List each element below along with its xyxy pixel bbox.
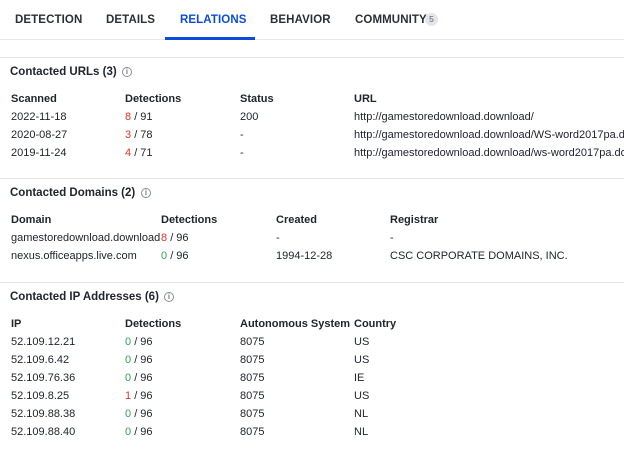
tab-relations[interactable]: RELATIONS [180, 0, 247, 40]
ip-as: 8075 [240, 390, 265, 402]
ip-country: US [354, 354, 370, 366]
section-divider [0, 178, 624, 179]
url-link[interactable]: http://gamestoredownload.download/ [354, 111, 534, 123]
detection-total: / 96 [134, 336, 153, 348]
url-detections: 3 / 78 [125, 129, 153, 141]
col-header-scanned[interactable]: Scanned [11, 93, 57, 105]
ip-link[interactable]: 52.109.6.42 [11, 354, 69, 366]
ip-detections: 0 / 96 [125, 336, 153, 348]
url-detections: 4 / 71 [125, 147, 153, 159]
detection-count: 0 [161, 250, 168, 262]
detection-total: / 96 [170, 250, 189, 262]
col-header-ip[interactable]: IP [11, 318, 21, 330]
detection-total: / 96 [170, 232, 189, 244]
detection-count: 3 [125, 129, 132, 141]
info-icon[interactable]: i [164, 292, 174, 302]
detection-total: / 78 [134, 129, 153, 141]
domain-link[interactable]: nexus.officeapps.live.com [11, 250, 137, 262]
ip-link[interactable]: 52.109.76.36 [11, 372, 75, 384]
ip-country: IE [354, 372, 365, 384]
col-header-detections[interactable]: Detections [125, 318, 181, 330]
active-tab-indicator [165, 37, 255, 40]
domain-created: - [276, 232, 280, 244]
col-header-url[interactable]: URL [354, 93, 377, 105]
detection-count: 0 [125, 336, 132, 348]
ip-as: 8075 [240, 336, 265, 348]
domain-link[interactable]: gamestoredownload.download [11, 232, 160, 244]
detection-total: / 96 [134, 390, 153, 402]
col-header-created[interactable]: Created [276, 214, 317, 226]
col-header-detections[interactable]: Detections [125, 93, 181, 105]
detection-count: 0 [125, 426, 132, 438]
ip-as: 8075 [240, 372, 265, 384]
url-scanned-date: 2020-08-27 [11, 129, 68, 141]
col-header-status[interactable]: Status [240, 93, 274, 105]
domain-detections: 8 / 96 [161, 232, 189, 244]
section-divider [0, 57, 624, 58]
ip-detections: 0 / 96 [125, 354, 153, 366]
ip-link[interactable]: 52.109.12.21 [11, 336, 75, 348]
community-count-badge: 5 [425, 13, 438, 26]
section-divider [0, 282, 624, 283]
domain-created: 1994-12-28 [276, 250, 333, 262]
col-header-country[interactable]: Country [354, 318, 396, 330]
url-detections: 8 / 91 [125, 111, 153, 123]
contacted-urls-title: Contacted URLs (3) [10, 66, 117, 78]
contacted-ips-title: Contacted IP Addresses (6) [10, 291, 159, 303]
url-link[interactable]: http://gamestoredownload.download/WS-wor… [354, 129, 624, 141]
detection-total: / 96 [134, 408, 153, 420]
tab-community[interactable]: COMMUNITY [355, 0, 427, 40]
ip-detections: 0 / 96 [125, 426, 153, 438]
ip-link[interactable]: 52.109.8.25 [11, 390, 69, 402]
col-header-registrar[interactable]: Registrar [390, 214, 438, 226]
ip-link[interactable]: 52.109.88.40 [11, 426, 75, 438]
detection-count: 4 [125, 147, 132, 159]
ip-link[interactable]: 52.109.88.38 [11, 408, 75, 420]
detection-count: 1 [125, 390, 132, 402]
detection-count: 8 [161, 232, 168, 244]
detection-count: 0 [125, 372, 132, 384]
url-status: - [240, 147, 244, 159]
tab-behavior[interactable]: BEHAVIOR [270, 0, 331, 40]
ip-detections: 0 / 96 [125, 372, 153, 384]
info-icon[interactable]: i [141, 188, 151, 198]
ip-detections: 0 / 96 [125, 408, 153, 420]
ip-country: NL [354, 426, 369, 438]
detection-total: / 71 [134, 147, 153, 159]
url-scanned-date: 2019-11-24 [11, 147, 67, 159]
info-icon[interactable]: i [122, 67, 132, 77]
tab-bar: DETECTION DETAILS RELATIONS BEHAVIOR COM… [0, 0, 624, 40]
tab-detection[interactable]: DETECTION [15, 0, 82, 40]
detection-count: 0 [125, 408, 132, 420]
ip-as: 8075 [240, 426, 265, 438]
col-header-detections[interactable]: Detections [161, 214, 217, 226]
detection-total: / 91 [134, 111, 153, 123]
detection-total: / 96 [134, 354, 153, 366]
contacted-domains-title: Contacted Domains (2) [10, 187, 136, 199]
url-scanned-date: 2022-11-18 [11, 111, 67, 123]
detection-total: / 96 [134, 372, 153, 384]
domain-registrar: - [390, 232, 394, 244]
ip-as: 8075 [240, 354, 265, 366]
col-header-autonomous-system[interactable]: Autonomous System [240, 318, 350, 330]
url-link[interactable]: http://gamestoredownload.download/ws-wor… [354, 147, 624, 159]
detection-count: 0 [125, 354, 132, 366]
col-header-domain[interactable]: Domain [11, 214, 51, 226]
url-status: 200 [240, 111, 259, 123]
detection-total: / 96 [134, 426, 153, 438]
url-status: - [240, 129, 244, 141]
ip-as: 8075 [240, 408, 265, 420]
ip-country: NL [354, 408, 369, 420]
ip-detections: 1 / 96 [125, 390, 153, 402]
ip-country: US [354, 336, 370, 348]
detection-count: 8 [125, 111, 132, 123]
tab-details[interactable]: DETAILS [106, 0, 155, 40]
domain-registrar: CSC CORPORATE DOMAINS, INC. [390, 250, 568, 262]
domain-detections: 0 / 96 [161, 250, 189, 262]
ip-country: US [354, 390, 370, 402]
